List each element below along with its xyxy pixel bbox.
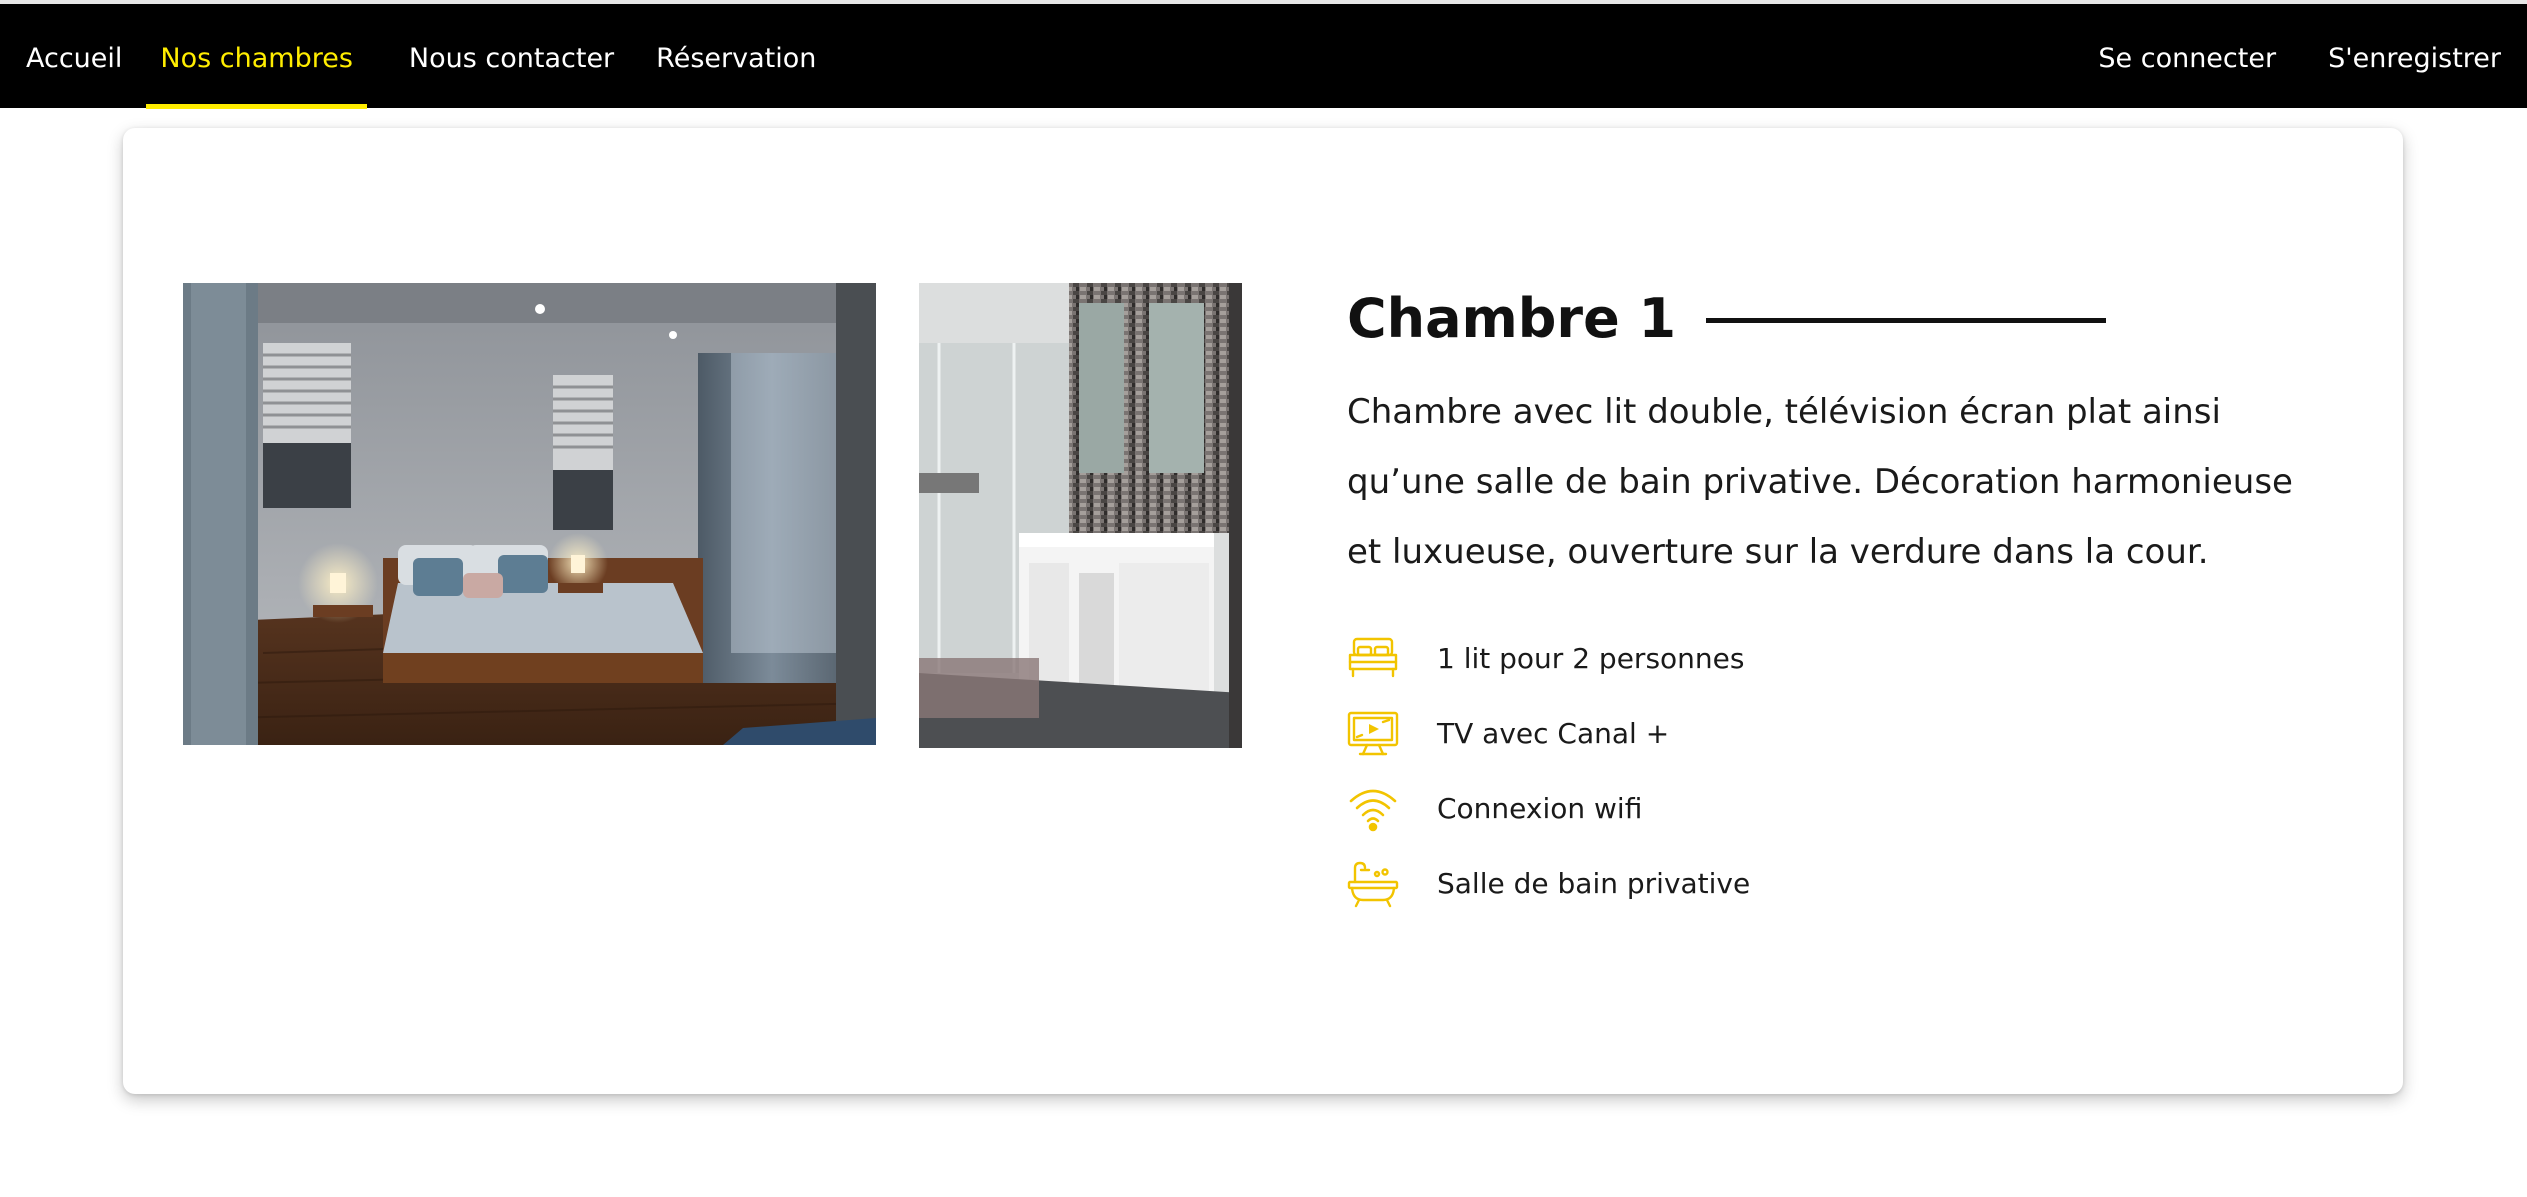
feature-tv-label: TV avec Canal + [1437,717,1670,750]
main-nav: Accueil Nos chambres Nous contacter Rése… [0,8,830,109]
bedroom-photo[interactable] [183,283,876,745]
bathroom-image [919,283,1242,748]
nav-nous-contacter[interactable]: Nous contacter [395,8,642,108]
bathroom-photo[interactable] [919,283,1242,748]
nav-reservation[interactable]: Réservation [642,8,830,108]
feature-bath: Salle de bain privative [1347,846,2327,921]
room-info: Chambre 1 Chambre avec lit double, télév… [1347,283,2327,921]
wifi-icon [1347,785,1399,833]
bathtub-icon [1347,860,1399,908]
nav-nos-chambres[interactable]: Nos chambres [146,8,367,109]
top-navbar: Accueil Nos chambres Nous contacter Rése… [0,0,2527,109]
title-divider [1706,317,2107,323]
nav-accueil[interactable]: Accueil [0,8,146,108]
feature-list: 1 lit pour 2 personnes TV avec Canal + C… [1347,621,2327,921]
room-card: Chambre 1 Chambre avec lit double, télév… [123,128,2403,1094]
feature-bath-label: Salle de bain privative [1437,867,1751,900]
room-title: Chambre 1 [1347,286,1677,350]
register-link[interactable]: S'enregistrer [2302,8,2527,108]
bedroom-image [183,283,876,745]
title-row: Chambre 1 [1347,283,2327,353]
account-nav: Se connecter S'enregistrer [2084,8,2527,108]
room-description: Chambre avec lit double, télévision écra… [1347,392,2293,572]
feature-bed-label: 1 lit pour 2 personnes [1437,642,1745,675]
tv-icon [1347,710,1399,758]
login-link[interactable]: Se connecter [2084,8,2302,108]
feature-bed: 1 lit pour 2 personnes [1347,621,2327,696]
feature-tv: TV avec Canal + [1347,696,2327,771]
feature-wifi: Connexion wifi [1347,771,2327,846]
bed-icon [1347,635,1399,683]
feature-wifi-label: Connexion wifi [1437,792,1643,825]
